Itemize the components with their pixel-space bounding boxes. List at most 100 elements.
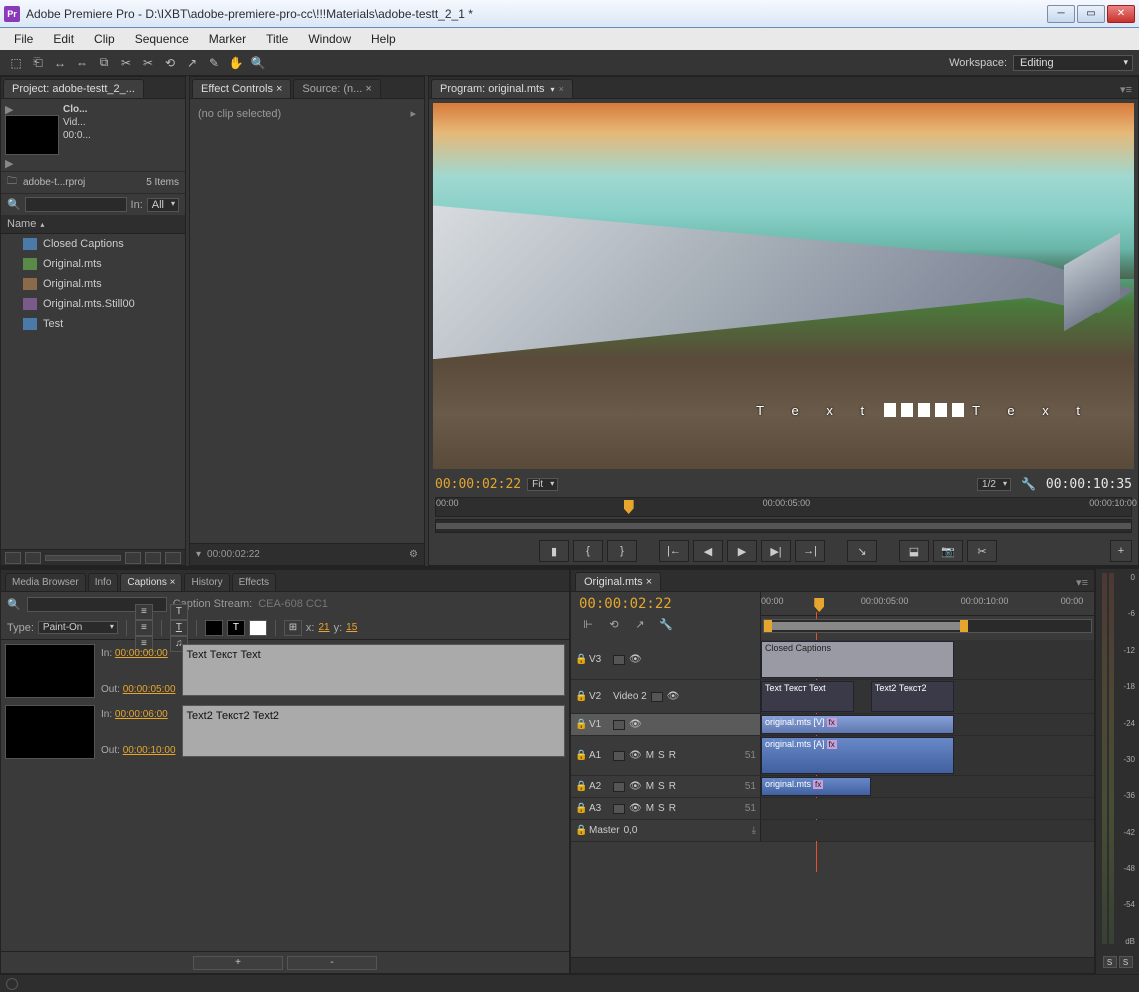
caption-remove-button[interactable]: - — [287, 956, 377, 970]
clip[interactable]: original.mts [V]fx — [761, 715, 954, 734]
program-fit-dropdown[interactable]: Fit — [527, 478, 558, 491]
align-button-1[interactable]: ≡ — [135, 620, 153, 636]
settings-icon[interactable]: ⚙ — [409, 549, 418, 560]
transport-btn-6[interactable]: ▶| — [761, 540, 791, 562]
timeline-tool-3[interactable]: 🔧 — [657, 616, 675, 632]
menu-clip[interactable]: Clip — [86, 30, 123, 48]
project-delete-button[interactable] — [165, 552, 181, 564]
panel-menu-icon[interactable]: ▾≡ — [1070, 574, 1094, 591]
transport-btn-4[interactable]: ◀ — [693, 540, 723, 562]
caption-text-input[interactable]: Text Текст Text — [182, 644, 565, 696]
eye-icon[interactable]: 👁 — [629, 803, 642, 814]
timeline-tool-1[interactable]: ⟲ — [605, 616, 623, 632]
panel-menu-icon[interactable]: ▾≡ — [1114, 81, 1138, 98]
menu-marker[interactable]: Marker — [201, 30, 254, 48]
clip[interactable]: original.mts [A]fx — [761, 737, 954, 774]
clip[interactable]: Text Текст Text — [761, 681, 854, 712]
tool-1[interactable]: ⎗ — [28, 54, 48, 72]
track-content[interactable]: original.mts [V]fx — [761, 714, 1094, 735]
project-item[interactable]: Closed Captions — [1, 234, 185, 254]
transport-btn-5[interactable]: ▶ — [727, 540, 757, 562]
lock-icon[interactable]: 🔒 — [575, 803, 585, 814]
program-current-tc[interactable]: 00:00:02:22 — [435, 477, 521, 492]
caption-add-button[interactable]: + — [193, 956, 283, 970]
track-content[interactable] — [761, 798, 1094, 819]
project-new-bin-button[interactable] — [125, 552, 141, 564]
track-toggle[interactable] — [613, 782, 625, 792]
clip[interactable]: Text2 Текст2 — [871, 681, 954, 712]
caption-position-grid[interactable]: ⊞ — [284, 620, 302, 636]
track-header[interactable]: 🔒V1👁 — [571, 714, 761, 735]
track-header[interactable]: 🔒A3👁 M S R 51 — [571, 798, 761, 819]
tool-2[interactable]: ↔ — [50, 54, 70, 72]
timeline-ruler[interactable]: 00:0000:00:05:0000:00:10:0000:00 — [761, 592, 1094, 616]
caption-text-input[interactable]: Text2 Текст2 Text2 — [182, 705, 565, 757]
bottom-tab-captions[interactable]: Captions × — [120, 573, 182, 591]
transport-btn-9[interactable]: ⬓ — [899, 540, 929, 562]
menu-help[interactable]: Help — [363, 30, 404, 48]
track-content[interactable]: Closed Captions — [761, 640, 1094, 679]
program-res-dropdown[interactable]: 1/2 — [977, 478, 1011, 491]
eye-icon[interactable]: 👁 — [629, 781, 642, 792]
project-item[interactable]: Test — [1, 314, 185, 334]
tool-6[interactable]: ✂ — [138, 54, 158, 72]
program-playhead[interactable] — [624, 500, 634, 514]
align-button-0[interactable]: ≡ — [135, 604, 153, 620]
track-header[interactable]: 🔒A1👁 M S R 51 — [571, 736, 761, 775]
project-column-header[interactable]: Name▴ — [1, 215, 185, 234]
tool-3[interactable]: ⇔ — [72, 54, 92, 72]
track-toggle[interactable] — [651, 692, 663, 702]
meter-solo-button[interactable]: S — [1103, 956, 1117, 968]
program-scrub-bar[interactable] — [435, 519, 1132, 533]
program-view[interactable]: T e x t T e x t — [433, 103, 1134, 469]
timeline-tab[interactable]: Original.mts × — [575, 572, 661, 591]
timeline-tool-2[interactable]: ↗ — [631, 616, 649, 632]
track-header[interactable]: 🔒V3👁 — [571, 640, 761, 679]
project-item[interactable]: Original.mts — [1, 274, 185, 294]
bottom-tab-effects[interactable]: Effects — [232, 573, 276, 591]
menu-window[interactable]: Window — [300, 30, 359, 48]
lock-icon[interactable]: 🔒 — [575, 719, 585, 730]
chevron-right-icon[interactable]: ▸ — [410, 107, 416, 120]
meter-solo-button[interactable]: S — [1119, 956, 1133, 968]
caption-y-value[interactable]: 15 — [346, 622, 357, 633]
style-button-0[interactable]: T — [170, 604, 188, 620]
caption-fg-swatch[interactable] — [249, 620, 267, 636]
lock-icon[interactable]: 🔒 — [575, 781, 585, 792]
tool-11[interactable]: 🔍 — [248, 54, 268, 72]
program-tab[interactable]: Program: original.mts▾× — [431, 79, 573, 98]
transport-btn-7[interactable]: →| — [795, 540, 825, 562]
lock-icon[interactable]: 🔒 — [575, 750, 585, 761]
timeline-tc[interactable]: 00:00:02:22 — [579, 596, 752, 612]
timeline-h-scroll[interactable] — [571, 957, 1094, 973]
bottom-tab-info[interactable]: Info — [88, 573, 119, 591]
timeline-overview[interactable] — [763, 619, 1092, 633]
track-content[interactable]: original.mtsfx — [761, 776, 1094, 797]
window-minimize-button[interactable]: ─ — [1047, 5, 1075, 23]
caption-bg-swatch[interactable] — [205, 620, 223, 636]
eye-icon[interactable]: 👁 — [667, 691, 680, 702]
project-list-view-button[interactable] — [5, 552, 21, 564]
lock-icon[interactable]: 🔒 — [575, 691, 585, 702]
timeline-tool-0[interactable]: ⊩ — [579, 616, 597, 632]
clip[interactable]: original.mtsfx — [761, 777, 871, 796]
tool-5[interactable]: ✂ — [116, 54, 136, 72]
tool-9[interactable]: ✎ — [204, 54, 224, 72]
transport-btn-10[interactable]: 📷 — [933, 540, 963, 562]
caption-out-value[interactable]: 00:00:10:00 — [123, 745, 176, 756]
eye-icon[interactable]: 👁 — [629, 750, 642, 761]
tool-10[interactable]: ✋ — [226, 54, 246, 72]
project-in-dropdown[interactable]: All — [147, 198, 179, 212]
menu-file[interactable]: File — [6, 30, 41, 48]
fx-tab[interactable]: Source: (n... × — [293, 79, 380, 98]
track-content[interactable]: Text Текст Text Text2 Текст2 — [761, 680, 1094, 713]
caption-in-value[interactable]: 00:00:00:00 — [115, 648, 168, 659]
style-button-1[interactable]: T — [170, 620, 188, 636]
transport-btn-1[interactable]: { — [573, 540, 603, 562]
track-toggle[interactable] — [613, 804, 625, 814]
caption-x-value[interactable]: 21 — [318, 622, 329, 633]
track-content[interactable] — [761, 820, 1094, 841]
transport-btn-0[interactable]: ▮ — [539, 540, 569, 562]
project-search-input[interactable] — [25, 197, 127, 212]
window-maximize-button[interactable]: ▭ — [1077, 5, 1105, 23]
